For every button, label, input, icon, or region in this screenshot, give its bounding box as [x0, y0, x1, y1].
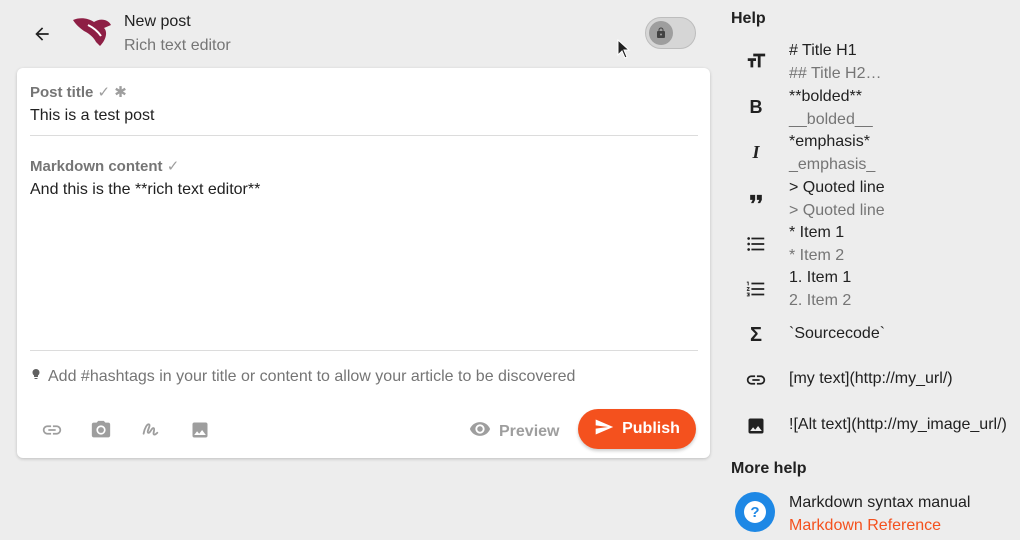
link-icon	[745, 369, 767, 391]
quote-icon	[745, 188, 767, 210]
markdown-manual-label: Markdown syntax manual	[789, 494, 971, 511]
draw-icon[interactable]	[138, 418, 162, 442]
lightbulb-icon	[30, 366, 42, 387]
markdown-reference-link[interactable]: Markdown Reference	[789, 517, 941, 535]
page-subtitle: Rich text editor	[124, 37, 231, 54]
page-title: New post	[124, 13, 191, 30]
divider	[30, 135, 698, 136]
image-icon[interactable]	[188, 418, 212, 442]
app-logo	[70, 16, 114, 50]
send-icon	[594, 417, 614, 442]
publish-button[interactable]: Publish	[578, 409, 696, 449]
top-bar: New post Rich text editor	[0, 0, 715, 66]
text-size-icon	[745, 50, 767, 72]
bulleted-list-icon	[745, 233, 767, 255]
divider	[30, 350, 698, 351]
check-icon: ✓	[166, 158, 180, 175]
sigma-icon: Σ	[749, 323, 762, 346]
italic-icon: I	[752, 141, 760, 162]
preview-button[interactable]: Preview	[469, 418, 559, 445]
check-icon: ✓ ✱	[97, 84, 127, 101]
eye-icon	[469, 418, 491, 445]
lock-toggle[interactable]	[645, 17, 696, 49]
markdown-content-label: Markdown content ✓	[30, 158, 180, 175]
image-icon	[745, 415, 767, 437]
editor-card: Post title ✓ ✱ This is a test post Markd…	[17, 68, 710, 458]
help-heading: Help	[731, 10, 766, 27]
hashtag-hint: Add #hashtags in your title or content t…	[30, 366, 575, 387]
numbered-list-icon	[745, 278, 767, 300]
post-title-input[interactable]: This is a test post	[30, 107, 155, 125]
lock-icon	[649, 21, 673, 45]
bold-icon: B	[749, 96, 763, 117]
mouse-cursor-icon	[617, 38, 631, 59]
camera-icon[interactable]	[89, 418, 113, 442]
back-arrow-icon[interactable]	[28, 20, 56, 48]
more-help-heading: More help	[731, 460, 807, 477]
markdown-content-textarea[interactable]: And this is the **rich text editor**	[30, 181, 698, 341]
help-circle-icon: ?	[735, 492, 775, 532]
insert-link-icon[interactable]	[40, 418, 64, 442]
post-title-label: Post title ✓ ✱	[30, 84, 127, 101]
svg-text:?: ?	[750, 504, 759, 521]
